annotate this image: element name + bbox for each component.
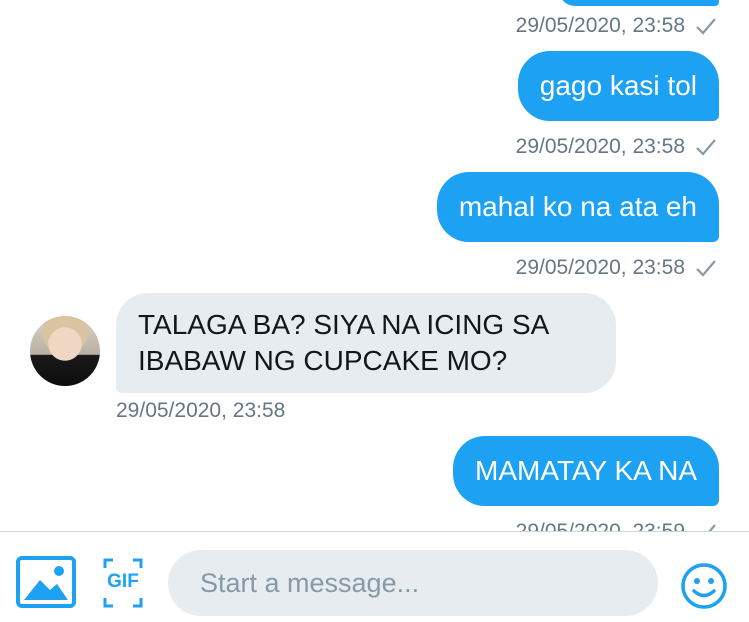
emoji-button[interactable]	[680, 562, 728, 615]
outgoing-message[interactable]: MAMATAY KA NA	[453, 436, 719, 506]
avatar[interactable]	[30, 316, 100, 386]
emoji-icon	[681, 563, 727, 609]
outgoing-message[interactable]: gago kasi tol	[517, 51, 719, 121]
checkmark-icon	[696, 139, 716, 156]
checkmark-icon	[696, 260, 716, 277]
checkmark-icon	[708, 524, 716, 531]
message-composer: GIF	[0, 532, 749, 622]
message-timestamp: 29/05/2020, 23:58	[116, 399, 286, 422]
previous-message-bubble[interactable]	[559, 0, 719, 6]
image-upload-button[interactable]	[16, 556, 76, 613]
checkmark-icon	[696, 18, 716, 35]
incoming-message[interactable]: TALAGA BA? SIYA NA ICING SA IBABAW NG CU…	[116, 293, 616, 393]
gif-button[interactable]: GIF	[103, 558, 143, 608]
message-timestamp: 29/05/2020, 23:58	[516, 135, 717, 159]
message-timestamp: 29/05/2020, 23:58	[516, 14, 717, 38]
message-timestamp: 29/05/2020, 23:59	[516, 520, 717, 531]
message-timestamp: 29/05/2020, 23:58	[516, 256, 717, 280]
image-icon	[16, 556, 76, 608]
message-input[interactable]	[168, 550, 658, 616]
outgoing-message[interactable]: mahal ko na ata eh	[436, 172, 719, 242]
conversation-area: 29/05/2020, 23:58 gago kasi tol 29/05/20…	[0, 0, 749, 531]
